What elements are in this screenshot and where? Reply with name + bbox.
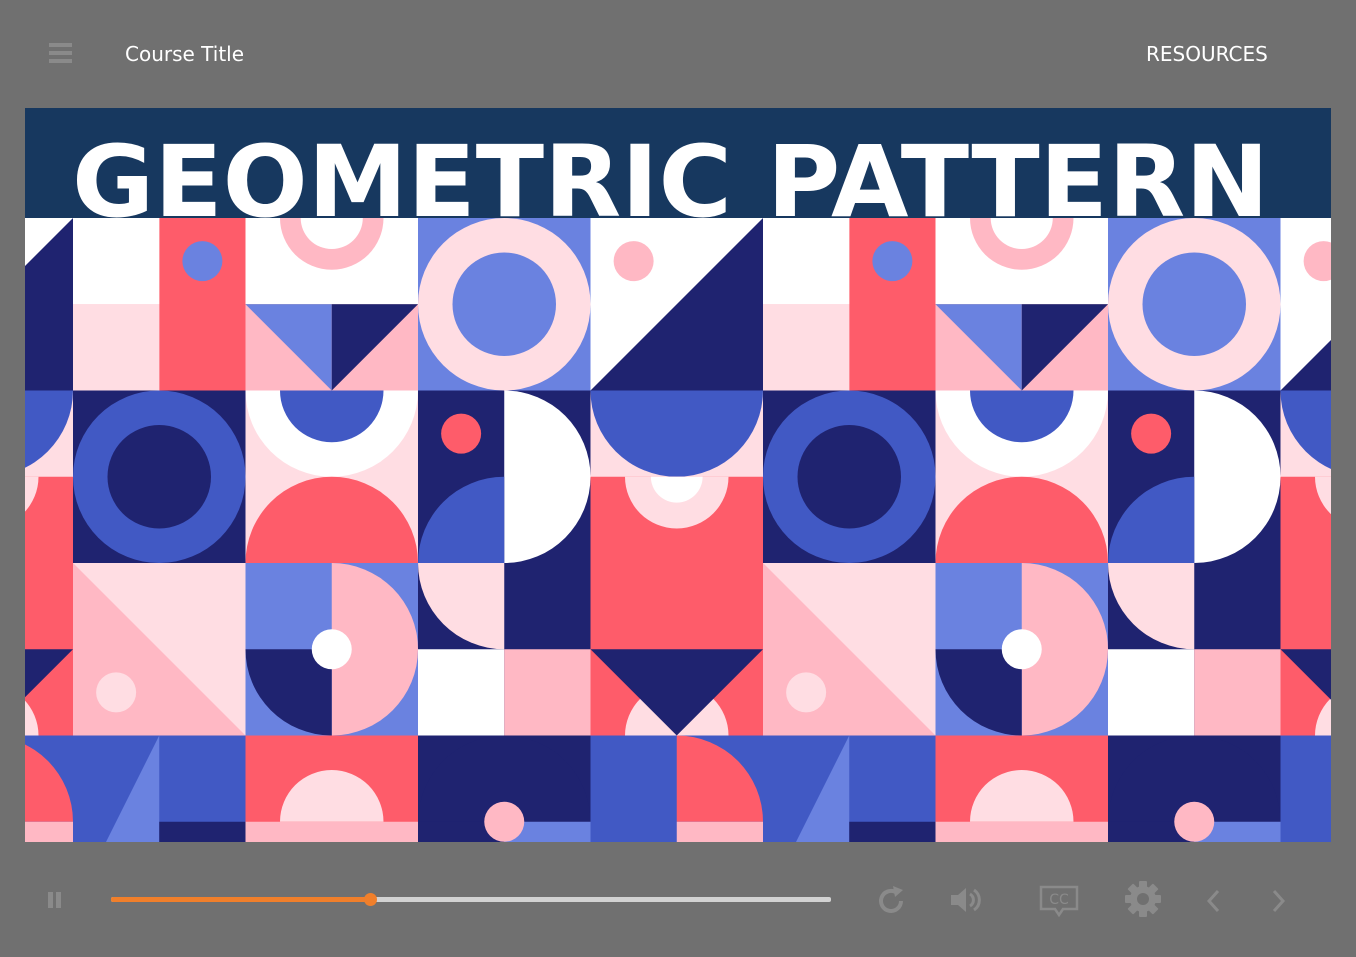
slide-title: GEOMETRIC PATTERN (72, 125, 1269, 240)
closed-captions-icon[interactable]: CC (1038, 884, 1080, 918)
course-title: Course Title (125, 42, 245, 66)
geometric-pattern-artwork: GEOMETRIC PATTERN (25, 108, 1331, 842)
progress-fill (111, 897, 371, 902)
gear-icon[interactable] (1123, 879, 1163, 919)
pause-icon[interactable] (46, 890, 64, 910)
volume-icon[interactable] (948, 884, 986, 916)
slide-content: GEOMETRIC PATTERN (25, 108, 1331, 842)
menu-icon[interactable] (49, 43, 73, 63)
course-player: Course Title RESOURCES GEOMETRIC PATTERN… (0, 0, 1356, 957)
progress-bar[interactable] (111, 893, 831, 906)
chevron-left-icon[interactable] (1204, 888, 1224, 914)
svg-text:CC: CC (1049, 892, 1069, 908)
chevron-right-icon[interactable] (1268, 888, 1288, 914)
resources-button[interactable]: RESOURCES (1146, 42, 1268, 66)
replay-icon[interactable] (874, 884, 908, 918)
